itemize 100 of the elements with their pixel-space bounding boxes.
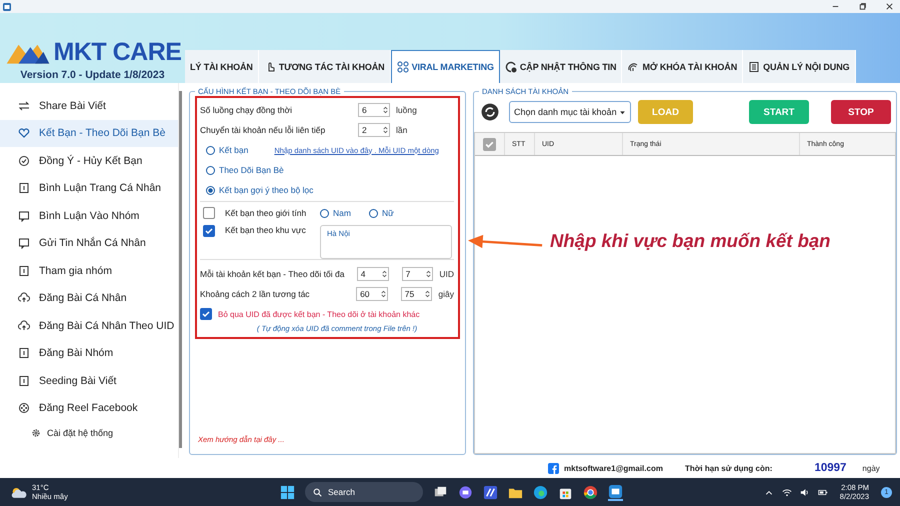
- version-text: Version 7.0 - Update 1/8/2023: [20, 69, 165, 81]
- category-dropdown[interactable]: Chọn danh mục tài khoản: [509, 101, 631, 123]
- unit-label: lần: [396, 125, 408, 135]
- field-label: Mỗi tài khoản kết bạn - Theo dõi tối đa: [200, 269, 346, 279]
- sidebar-item[interactable]: Gửi Tin Nhắn Cá Nhân: [0, 230, 178, 257]
- number-field[interactable]: 2: [358, 123, 390, 137]
- annotation-text: Nhập khi vực bạn muốn kết bạn: [550, 230, 830, 252]
- refresh-check-icon: [504, 60, 517, 72]
- action-button[interactable]: STOP: [831, 100, 891, 124]
- field-label: Chuyển tài khoản nếu lỗi liên tiếp: [200, 125, 326, 135]
- chrome-icon[interactable]: [583, 484, 598, 500]
- radio-button[interactable]: [206, 146, 215, 154]
- unit-label: giây: [438, 289, 454, 299]
- cloud-upload-icon: [18, 320, 30, 332]
- spin-arrows-icon: [380, 268, 388, 280]
- spin-arrows-icon: [382, 104, 389, 116]
- sidebar-item[interactable]: Bình Luận Trang Cá Nhân: [0, 174, 178, 202]
- tab[interactable]: MỞ KHÓA TÀI KHOẢN: [622, 50, 744, 83]
- radio-button[interactable]: [206, 166, 215, 174]
- radio-button[interactable]: [368, 208, 378, 218]
- sidebar-item[interactable]: Tham gia nhóm: [0, 257, 178, 284]
- sidebar-item[interactable]: Đăng Bài Nhóm: [0, 340, 178, 367]
- checkbox-label: Bỏ qua UID đã được kết bạn - Theo dõi ở tài khoản khác: [218, 310, 420, 318]
- document-icon: [748, 60, 760, 72]
- spin-arrows-icon: [424, 288, 432, 300]
- message-icon: [18, 210, 30, 222]
- days-unit: ngày: [862, 464, 880, 472]
- unit-label: UID: [439, 269, 454, 279]
- radio-label: Kết bạn gợi ý theo bộ lọc: [219, 185, 314, 195]
- gear-icon: [31, 428, 41, 438]
- checkbox[interactable]: [203, 225, 215, 237]
- number-field[interactable]: 60: [356, 287, 388, 301]
- tab[interactable]: CẬP NHẬT THÔNG TIN: [500, 50, 622, 83]
- sidebar-item[interactable]: Kết Bạn - Theo Dõi Bạn Bè: [0, 120, 178, 147]
- task-view-icon[interactable]: [433, 484, 448, 500]
- volume-icon[interactable]: [800, 488, 810, 496]
- radio-button[interactable]: [320, 208, 329, 218]
- tab[interactable]: VIRAL MARKETING: [390, 50, 500, 83]
- select-all-checkbox[interactable]: [483, 138, 496, 150]
- cloud-icon: [10, 486, 28, 498]
- refresh-icon[interactable]: [481, 103, 499, 121]
- close-icon[interactable]: [885, 2, 894, 11]
- facebook-icon: [548, 462, 559, 474]
- checkbox-label: Kết bạn theo giới tính: [225, 208, 308, 218]
- number-field[interactable]: 7: [402, 267, 434, 281]
- spin-arrows-icon: [380, 288, 387, 300]
- film-reel-icon: [18, 402, 30, 414]
- number-field[interactable]: 75: [400, 287, 432, 301]
- message-icon: [18, 237, 30, 250]
- dropdown-arrow-icon: [619, 108, 626, 116]
- checkbox[interactable]: [200, 308, 212, 320]
- app-icon[interactable]: [608, 484, 623, 500]
- radio-label: Nữ: [382, 208, 394, 218]
- check-circle-icon: [18, 154, 30, 167]
- number-field[interactable]: 4: [356, 267, 389, 281]
- sidebar-item[interactable]: Đăng Bài Cá Nhân: [0, 284, 178, 312]
- restore-icon[interactable]: [858, 2, 867, 11]
- list-icon: [18, 374, 30, 387]
- list-icon: [18, 264, 30, 277]
- checkbox-label: Kết bạn theo khu vực: [225, 225, 307, 235]
- browser-icon[interactable]: [533, 484, 548, 500]
- sidebar-item[interactable]: Đồng Ý - Hủy Kết Bạn: [0, 147, 178, 174]
- swap-icon: [18, 100, 30, 112]
- tab[interactable]: QUẢN LÝ NỘI DUNG: [743, 50, 856, 83]
- radio-label: Kết bạn: [219, 145, 248, 155]
- fingerprint-icon: [627, 60, 640, 72]
- wifi-icon[interactable]: [782, 488, 792, 496]
- number-field[interactable]: 6: [358, 103, 390, 117]
- license-label: Thời hạn sử dụng còn:: [684, 464, 772, 472]
- chat-icon[interactable]: [458, 484, 473, 500]
- cloud-upload-icon: [18, 292, 30, 304]
- sidebar-item[interactable]: Cài đặt hệ thống: [0, 422, 178, 444]
- email-text: mktsoftware1@gmail.com: [564, 464, 663, 472]
- days-count: 10997: [814, 462, 846, 474]
- sidebar-item[interactable]: Bình Luận Vào Nhóm: [0, 202, 178, 230]
- field-label: Khoảng cách 2 lần tương tác: [200, 289, 311, 299]
- list-icon: [18, 347, 30, 360]
- app-icon: [2, 2, 12, 12]
- spin-arrows-icon: [425, 268, 432, 280]
- battery-icon[interactable]: [818, 488, 828, 496]
- radio-label: Theo Dõi Bạn Bè: [219, 165, 284, 175]
- sidebar-item[interactable]: Đăng Reel Facebook: [0, 394, 178, 422]
- app-icon[interactable]: [483, 484, 498, 500]
- heart-icon: [18, 127, 30, 140]
- search-field[interactable]: Search: [305, 482, 423, 502]
- field-label: Số luồng chạy đồng thời: [200, 105, 294, 115]
- sidebar-item[interactable]: Share Bài Viết: [0, 92, 178, 120]
- nodes-icon: [396, 61, 409, 73]
- tab[interactable]: LÝ TÀI KHOẢN: [185, 50, 259, 83]
- radio-button[interactable]: [206, 186, 215, 194]
- sidebar-item[interactable]: Đăng Bài Cá Nhân Theo UID: [0, 312, 178, 340]
- windows-icon[interactable]: [280, 484, 295, 500]
- checkbox[interactable]: [203, 207, 215, 219]
- list-icon: [18, 182, 30, 194]
- search-icon: [313, 488, 322, 496]
- sidebar-item[interactable]: Seeding Bài Viết: [0, 367, 178, 394]
- tab[interactable]: TƯƠNG TÁC TÀI KHOẢN: [258, 50, 391, 83]
- radio-label: Nam: [333, 208, 351, 218]
- brand-name: MKT CARE: [54, 38, 182, 67]
- spin-arrows-icon: [382, 124, 389, 136]
